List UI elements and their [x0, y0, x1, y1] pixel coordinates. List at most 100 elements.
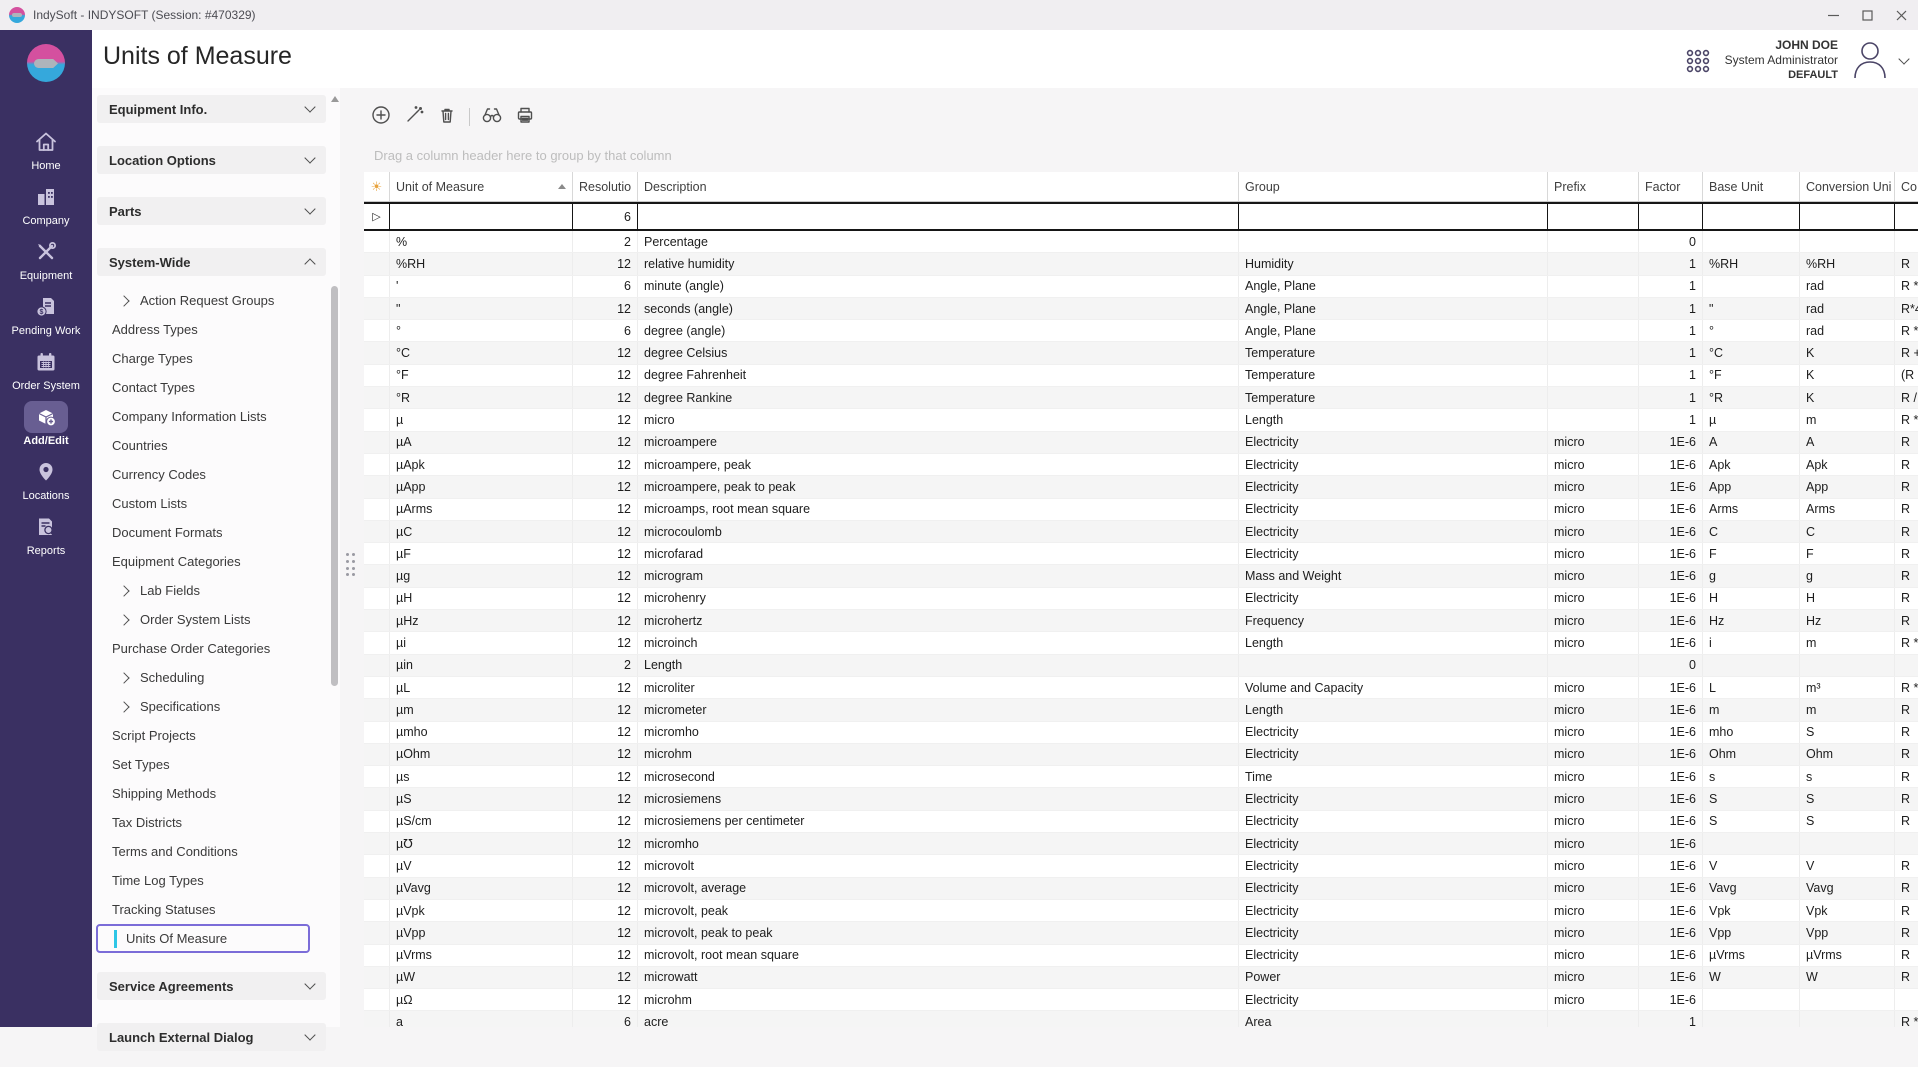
grid-cell-resolution[interactable]: 12	[573, 967, 638, 988]
column-header-conversion_unit[interactable]: Conversion Uni	[1800, 172, 1895, 201]
grid-cell-factor[interactable]: 1E-6	[1639, 811, 1703, 832]
grid-cell-description[interactable]: micro	[638, 409, 1239, 430]
grid-cell-description[interactable]: microvolt, root mean square	[638, 945, 1239, 966]
grid-cell-group[interactable]: Electricity	[1239, 945, 1548, 966]
grid-cell-co[interactable]: R	[1895, 811, 1918, 832]
grid-cell-description[interactable]: microamps, root mean square	[638, 499, 1239, 520]
grid-cell-resolution[interactable]: 12	[573, 922, 638, 943]
grid-cell-unit[interactable]: µVpp	[390, 922, 573, 943]
grid-cell-resolution[interactable]: 12	[573, 744, 638, 765]
grid-cell-description[interactable]: microhm	[638, 989, 1239, 1010]
grid-cell-description[interactable]: microliter	[638, 677, 1239, 698]
grid-cell-resolution[interactable]: 12	[573, 588, 638, 609]
grid-cell-co[interactable]: R	[1895, 744, 1918, 765]
grid-cell-co[interactable]: R	[1895, 788, 1918, 809]
grid-cell-factor[interactable]: 1E-6	[1639, 499, 1703, 520]
grid-cell-resolution[interactable]: 12	[573, 298, 638, 319]
sidebar-item-purchase-order-categories[interactable]: Purchase Order Categories	[92, 634, 340, 663]
sidebar-item-specifications[interactable]: Specifications	[92, 692, 340, 721]
grid-cell-description[interactable]: microvolt, peak	[638, 900, 1239, 921]
grid-cell-prefix[interactable]: micro	[1548, 766, 1639, 787]
grid-cell-factor[interactable]: 1E-6	[1639, 543, 1703, 564]
grid-cell-description[interactable]: microampere	[638, 432, 1239, 453]
sidebar-item-action-request-groups[interactable]: Action Request Groups	[92, 286, 340, 315]
grid-cell-factor[interactable]: 0	[1639, 655, 1703, 676]
grid-cell-co[interactable]: R *	[1895, 320, 1918, 341]
grid-cell-description[interactable]: microhenry	[638, 588, 1239, 609]
grid-cell-factor[interactable]: 1E-6	[1639, 588, 1703, 609]
row-indicator[interactable]	[364, 231, 390, 252]
grid-cell-base_unit[interactable]: S	[1703, 788, 1800, 809]
grid-cell-conversion_unit[interactable]: C	[1800, 521, 1895, 542]
grid-cell-unit[interactable]: µVavg	[390, 878, 573, 899]
apps-grid-icon[interactable]	[1685, 48, 1711, 74]
panel-splitter[interactable]	[340, 88, 364, 1027]
grid-cell-co[interactable]: R	[1895, 476, 1918, 497]
grid-cell-unit[interactable]: µ℧	[390, 833, 573, 854]
grid-cell-description[interactable]: microampere, peak	[638, 454, 1239, 475]
grid-cell-factor[interactable]: 1E-6	[1639, 766, 1703, 787]
splitter-handle-icon[interactable]	[346, 553, 356, 577]
grid-cell-unit[interactable]: µV	[390, 855, 573, 876]
row-indicator[interactable]	[364, 499, 390, 520]
grid-cell-description[interactable]: degree Fahrenheit	[638, 365, 1239, 386]
grid-cell-description[interactable]: microfarad	[638, 543, 1239, 564]
grid-cell-unit[interactable]: µs	[390, 766, 573, 787]
grid-cell-co[interactable]: R /	[1895, 387, 1918, 408]
accordion-section-equipment-info-[interactable]: Equipment Info.	[97, 95, 326, 123]
grid-cell-co[interactable]: R	[1895, 454, 1918, 475]
grid-cell-factor[interactable]: 1E-6	[1639, 699, 1703, 720]
sidebar-item-countries[interactable]: Countries	[92, 431, 340, 460]
scroll-up-arrow-icon[interactable]	[331, 96, 339, 102]
grid-cell-description[interactable]: minute (angle)	[638, 276, 1239, 297]
grid-cell-base_unit[interactable]: Ohm	[1703, 744, 1800, 765]
grid-cell-base_unit[interactable]	[1703, 1011, 1800, 1027]
grid-cell-base_unit[interactable]: Vpk	[1703, 900, 1800, 921]
minimize-button[interactable]	[1816, 0, 1850, 30]
grid-cell-conversion_unit[interactable]	[1800, 989, 1895, 1010]
grid-cell-description[interactable]: degree Rankine	[638, 387, 1239, 408]
accordion-section-parts[interactable]: Parts	[97, 197, 326, 225]
grid-cell-prefix[interactable]: micro	[1548, 610, 1639, 631]
grid-cell-group[interactable]: Electricity	[1239, 833, 1548, 854]
grid-cell-group[interactable]: Volume and Capacity	[1239, 677, 1548, 698]
grid-cell-group[interactable]: Electricity	[1239, 499, 1548, 520]
grid-cell-group[interactable]: Angle, Plane	[1239, 298, 1548, 319]
grid-cell-conversion_unit[interactable]: Vavg	[1800, 878, 1895, 899]
grid-cell-unit[interactable]: µApk	[390, 454, 573, 475]
grid-cell-base_unit[interactable]: °F	[1703, 365, 1800, 386]
grid-cell-factor[interactable]: 1E-6	[1639, 967, 1703, 988]
row-indicator[interactable]	[364, 788, 390, 809]
row-indicator[interactable]	[364, 276, 390, 297]
grid-cell-resolution[interactable]: 12	[573, 253, 638, 274]
row-indicator[interactable]	[364, 320, 390, 341]
grid-cell-description[interactable]: microwatt	[638, 967, 1239, 988]
sidebar-item-equipment-categories[interactable]: Equipment Categories	[92, 547, 340, 576]
grid-cell-group[interactable]: Electricity	[1239, 788, 1548, 809]
grid-cell-factor[interactable]: 1E-6	[1639, 632, 1703, 653]
grid-cell-co[interactable]: R	[1895, 878, 1918, 899]
grid-cell-base_unit[interactable]: A	[1703, 432, 1800, 453]
grid-cell-group[interactable]: Electricity	[1239, 521, 1548, 542]
grid-cell-base_unit[interactable]: µ	[1703, 409, 1800, 430]
grid-cell-description[interactable]: Percentage	[638, 231, 1239, 252]
sidebar-item-shipping-methods[interactable]: Shipping Methods	[92, 779, 340, 808]
grid-cell-prefix[interactable]: micro	[1548, 499, 1639, 520]
grid-cell-resolution[interactable]: 12	[573, 900, 638, 921]
grid-cell-conversion_unit[interactable]	[1800, 204, 1895, 229]
grid-cell-base_unit[interactable]: s	[1703, 766, 1800, 787]
row-indicator[interactable]	[364, 699, 390, 720]
grid-cell-unit[interactable]: "	[390, 298, 573, 319]
grid-cell-conversion_unit[interactable]: App	[1800, 476, 1895, 497]
grid-cell-prefix[interactable]	[1548, 387, 1639, 408]
grid-cell-factor[interactable]: 1	[1639, 298, 1703, 319]
grid-cell-co[interactable]: R	[1895, 766, 1918, 787]
wand-button[interactable]	[403, 106, 425, 128]
grid-cell-group[interactable]: Mass and Weight	[1239, 565, 1548, 586]
sidebar-item-contact-types[interactable]: Contact Types	[92, 373, 340, 402]
grid-cell-conversion_unit[interactable]: rad	[1800, 276, 1895, 297]
grid-cell-prefix[interactable]: micro	[1548, 855, 1639, 876]
grid-cell-factor[interactable]: 1	[1639, 253, 1703, 274]
grid-cell-group[interactable]: Electricity	[1239, 811, 1548, 832]
row-indicator[interactable]	[364, 543, 390, 564]
